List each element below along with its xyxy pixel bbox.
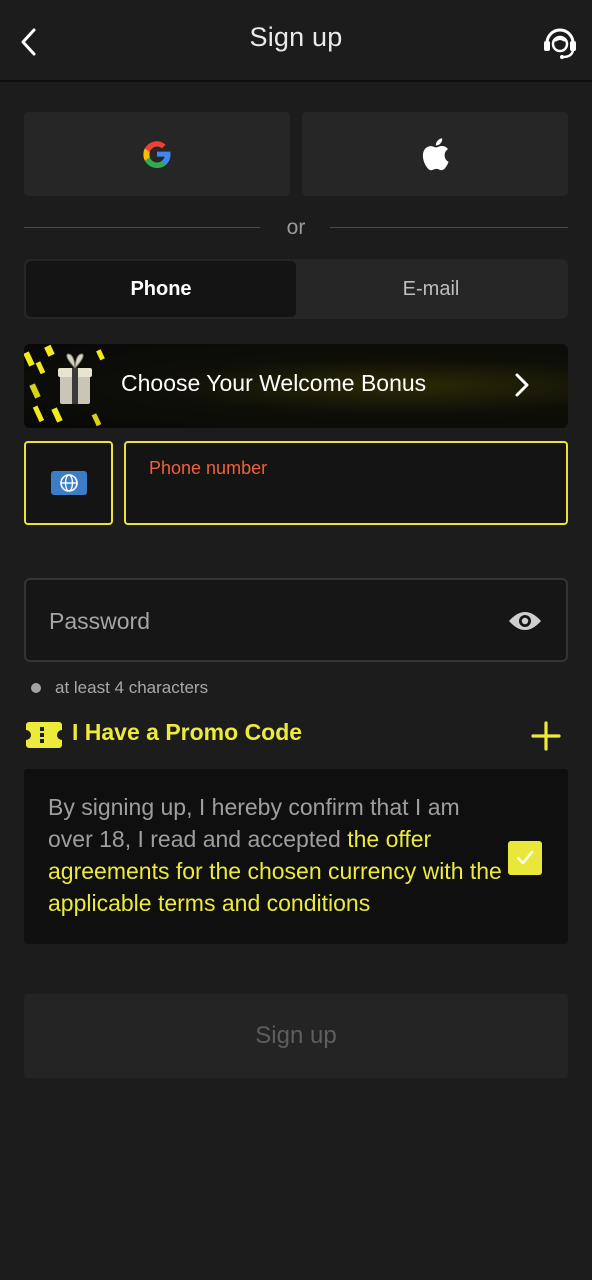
google-signin-button[interactable] bbox=[24, 112, 290, 196]
terms-agreement: By signing up, I hereby confirm that I a… bbox=[24, 769, 568, 944]
google-icon bbox=[143, 141, 171, 168]
welcome-bonus-banner[interactable]: Choose Your Welcome Bonus bbox=[24, 344, 568, 428]
auth-method-tabs: Phone E-mail bbox=[24, 259, 568, 319]
apple-icon bbox=[422, 138, 449, 171]
eye-icon bbox=[509, 612, 541, 630]
terms-checkbox[interactable] bbox=[508, 841, 542, 875]
welcome-bonus-label: Choose Your Welcome Bonus bbox=[121, 370, 427, 396]
headset-icon bbox=[544, 28, 576, 59]
password-input[interactable] bbox=[49, 606, 489, 636]
tab-phone[interactable]: Phone bbox=[26, 261, 296, 317]
page-title: Sign up bbox=[249, 22, 343, 52]
globe-icon bbox=[50, 471, 87, 495]
checkmark-icon bbox=[516, 850, 534, 865]
sign-up-button[interactable]: Sign up bbox=[24, 994, 568, 1078]
hint-bullet bbox=[31, 683, 41, 693]
tab-email[interactable]: E-mail bbox=[296, 261, 566, 317]
country-code-selector[interactable] bbox=[24, 441, 113, 525]
promo-code-toggle[interactable]: I Have a Promo Code bbox=[26, 716, 566, 756]
terms-text: By signing up, I hereby confirm that I a… bbox=[48, 791, 508, 919]
support-button[interactable] bbox=[540, 22, 580, 62]
ticket-icon bbox=[26, 722, 62, 748]
phone-input[interactable] bbox=[149, 487, 539, 515]
password-hint-text: at least 4 characters bbox=[55, 678, 209, 697]
password-hint: at least 4 characters bbox=[31, 678, 208, 698]
apple-signin-button[interactable] bbox=[302, 112, 568, 196]
password-field[interactable] bbox=[24, 578, 568, 662]
app-header: Sign up bbox=[0, 0, 592, 82]
phone-field[interactable]: Phone number bbox=[124, 441, 568, 525]
promo-code-label: I Have a Promo Code bbox=[72, 719, 303, 745]
password-visibility-toggle[interactable] bbox=[506, 604, 544, 638]
plus-icon[interactable] bbox=[530, 720, 562, 752]
chevron-right-icon bbox=[515, 373, 529, 397]
gift-icon bbox=[24, 344, 105, 427]
phone-field-label: Phone number bbox=[149, 458, 268, 478]
divider-text: or bbox=[286, 216, 306, 239]
